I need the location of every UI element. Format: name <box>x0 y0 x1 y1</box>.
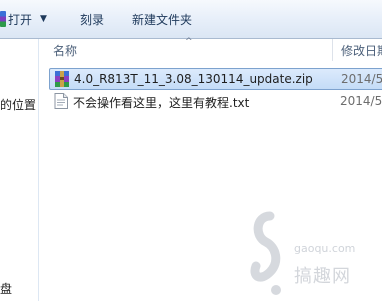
column-divider[interactable] <box>332 39 333 61</box>
open-button-label: 打开 <box>8 12 33 27</box>
burn-button[interactable]: 刻录 <box>80 0 104 38</box>
winrar-icon <box>0 11 6 27</box>
file-date-modified: 2014/5/ <box>340 94 382 108</box>
winrar-archive-icon <box>55 71 69 87</box>
file-name: 4.0_R813T_11_3.08_130114_update.zip <box>74 72 313 86</box>
watermark-url: gaoqu.com <box>294 242 356 255</box>
sort-ascending-icon: ^ <box>185 37 193 47</box>
toolbar: 打开 ▼ 刻录 新建文件夹 <box>0 0 382 39</box>
nav-item-recent-places[interactable]: 的位置 <box>0 96 36 113</box>
gaoqu-logo-icon <box>250 211 281 295</box>
column-header-name[interactable]: 名称 <box>53 42 77 59</box>
file-row-txt[interactable]: 不会操作看这里，这里有教程.txt 2014/5/ <box>49 91 382 111</box>
text-file-icon <box>54 93 68 109</box>
file-date-modified: 2014/5/ <box>341 72 382 86</box>
open-button[interactable]: 打开 ▼ <box>0 0 47 38</box>
chevron-down-icon[interactable]: ▼ <box>40 14 47 24</box>
navigation-pane: 的位置 盘 <box>0 39 39 301</box>
watermark-brand: 搞趣网 <box>294 266 351 287</box>
new-folder-button[interactable]: 新建文件夹 <box>132 0 192 38</box>
column-header-row: 名称 ^ 修改日期 <box>39 37 382 61</box>
burn-button-label: 刻录 <box>80 12 105 27</box>
file-name: 不会操作看这里，这里有教程.txt <box>73 96 250 110</box>
watermark: gaoqu.com 搞趣网 <box>246 210 380 298</box>
nav-item-local-disk[interactable]: 盘 <box>0 280 12 297</box>
explorer-window: 打开 ▼ 刻录 新建文件夹 的位置 盘 名称 ^ 修改日期 <box>0 0 382 301</box>
column-header-date-modified[interactable]: 修改日期 <box>341 42 382 59</box>
new-folder-button-label: 新建文件夹 <box>132 12 193 27</box>
file-row-zip[interactable]: 4.0_R813T_11_3.08_130114_update.zip 2014… <box>49 68 382 90</box>
